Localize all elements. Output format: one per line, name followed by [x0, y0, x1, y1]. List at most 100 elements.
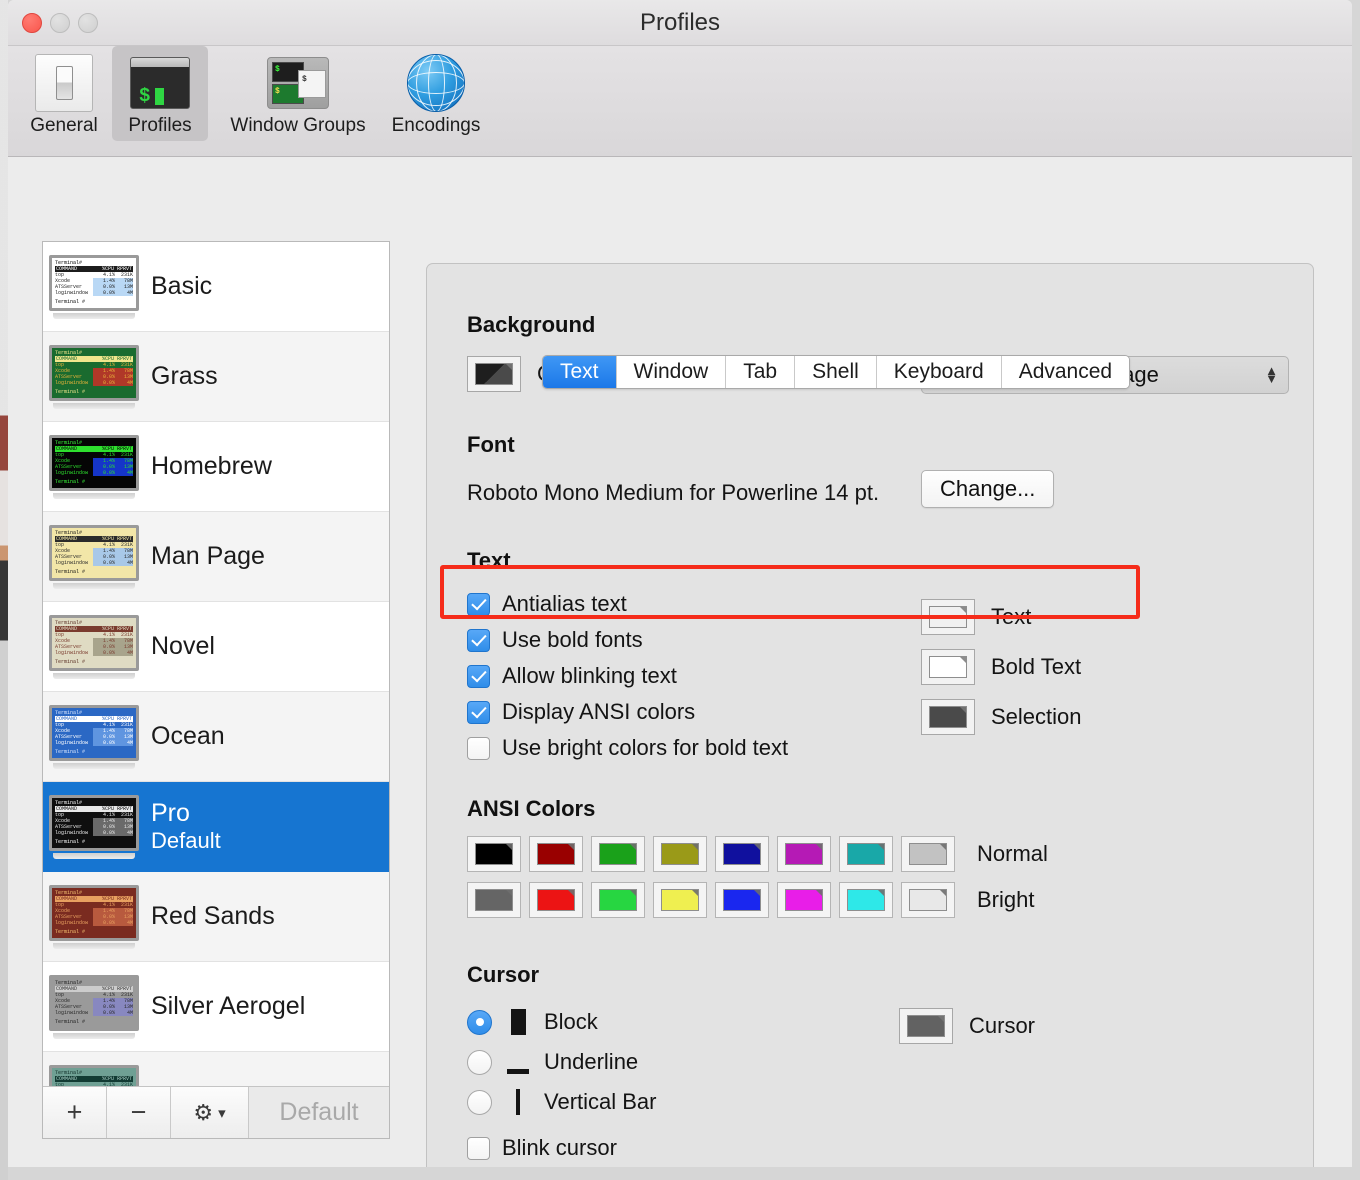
cursor-option-row[interactable]: Underline [467, 1042, 657, 1082]
checkbox-label: Use bright colors for bold text [502, 735, 788, 761]
blink-cursor-row[interactable]: Blink cursor [467, 1130, 617, 1166]
tab-text[interactable]: Text [543, 356, 617, 388]
checkbox-row[interactable]: Antialias text [467, 586, 788, 622]
profile-thumbnail: Terminal#COMMAND%CPURPRVTtop4.1%231KXcod… [49, 615, 139, 679]
vertical-bar-cursor-icon [504, 1087, 532, 1117]
ansi-swatch-normal-4[interactable] [715, 836, 769, 872]
profile-row[interactable]: Terminal#COMMAND%CPURPRVTtop4.1%231KXcod… [43, 332, 389, 422]
set-default-button[interactable]: Default [249, 1087, 389, 1138]
chevron-down-icon: ▾ [218, 1104, 226, 1122]
profile-row[interactable]: Terminal#COMMAND%CPURPRVTtop4.1%231KXcod… [43, 872, 389, 962]
page-title: Profiles [8, 9, 1352, 37]
checkbox-use-bold-fonts[interactable] [467, 629, 490, 652]
checkbox-row[interactable]: Display ANSI colors [467, 694, 788, 730]
checkbox-antialias-text[interactable] [467, 593, 490, 616]
profile-name: Silver Aerogel [151, 992, 305, 1021]
profile-row[interactable]: Terminal#COMMAND%CPURPRVTtop4.1%231KXcod… [43, 782, 389, 872]
tab-keyboard[interactable]: Keyboard [877, 356, 1002, 388]
profile-row[interactable]: Terminal#COMMAND%CPURPRVTtop4.1%231KXcod… [43, 602, 389, 692]
checkbox-row[interactable]: Allow blinking text [467, 658, 788, 694]
ansi-swatch-bright-6[interactable] [839, 882, 893, 918]
tab-tab[interactable]: Tab [726, 356, 795, 388]
profile-row[interactable]: Terminal#COMMAND%CPURPRVTtop4.1%231KXcod… [43, 512, 389, 602]
ansi-swatch-bright-3[interactable] [653, 882, 707, 918]
profile-row[interactable]: Terminal#COMMAND%CPURPRVTtop4.1%231KXcod… [43, 422, 389, 512]
blink-cursor-label: Blink cursor [502, 1135, 617, 1161]
ansi-swatch-bright-0[interactable] [467, 882, 521, 918]
ansi-swatch-normal-5[interactable] [777, 836, 831, 872]
cursor-color-label: Cursor [969, 1013, 1035, 1039]
underline-cursor-icon [504, 1047, 532, 1077]
change-font-button[interactable]: Change... [921, 470, 1054, 508]
profile-row[interactable]: Terminal#COMMAND%CPURPRVTtop4.1%231KXcod… [43, 962, 389, 1052]
ansi-section-title: ANSI Colors [467, 796, 595, 822]
tab-shell[interactable]: Shell [795, 356, 877, 388]
radio-block[interactable] [467, 1010, 492, 1035]
ansi-swatch-normal-6[interactable] [839, 836, 893, 872]
checkbox-label: Display ANSI colors [502, 699, 695, 725]
profile-row[interactable]: Terminal#COMMAND%CPURPRVTtop4.1%231KXcod… [43, 1052, 389, 1086]
background-section-title: Background [467, 312, 595, 338]
cursor-color-well[interactable] [899, 1008, 953, 1044]
font-section-title: Font [467, 432, 515, 458]
add-profile-button[interactable]: + [43, 1087, 107, 1138]
profile-row[interactable]: Terminal#COMMAND%CPURPRVTtop4.1%231KXcod… [43, 242, 389, 332]
toolbar-item-general[interactable]: General [16, 46, 112, 141]
ansi-swatch-normal-7[interactable] [901, 836, 955, 872]
checkbox-use-bright-colors-for-bold-text[interactable] [467, 737, 490, 760]
ansi-swatch-bright-7[interactable] [901, 882, 955, 918]
ansi-swatch-normal-0[interactable] [467, 836, 521, 872]
settings-tabs[interactable]: TextWindowTabShellKeyboardAdvanced [542, 355, 1130, 389]
window-edge-artifact [0, 0, 8, 1180]
profile-thumbnail: Terminal#COMMAND%CPURPRVTtop4.1%231KXcod… [49, 525, 139, 589]
toolbar-label-general: General [18, 115, 110, 137]
toolbar-item-window-groups[interactable]: $ $ $ Window Groups [208, 46, 388, 141]
profiles-list[interactable]: Terminal#COMMAND%CPURPRVTtop4.1%231KXcod… [43, 242, 389, 1086]
ansi-swatch-normal-1[interactable] [529, 836, 583, 872]
cursor-option-row[interactable]: Vertical Bar [467, 1082, 657, 1122]
cursor-option-label: Vertical Bar [544, 1089, 657, 1115]
preferences-content: Terminal#COMMAND%CPURPRVTtop4.1%231KXcod… [8, 157, 1352, 1167]
toolbar-item-encodings[interactable]: Encodings [388, 46, 484, 141]
toolbar-label-encodings: Encodings [390, 115, 482, 137]
radio-underline[interactable] [467, 1050, 492, 1075]
checkbox-row[interactable]: Use bright colors for bold text [467, 730, 788, 766]
cursor-option-row[interactable]: Block [467, 1002, 657, 1042]
profiles-sidebar: Terminal#COMMAND%CPURPRVTtop4.1%231KXcod… [42, 241, 390, 1139]
color-well-text[interactable] [921, 599, 975, 635]
blink-cursor-checkbox[interactable] [467, 1137, 490, 1160]
ansi-bright-label: Bright [977, 887, 1034, 913]
profile-thumbnail: Terminal#COMMAND%CPURPRVTtop4.1%231KXcod… [49, 255, 139, 319]
color-well-bold-text[interactable] [921, 649, 975, 685]
profile-actions-button[interactable]: ⚙ ▾ [171, 1087, 249, 1138]
profile-thumbnail: Terminal#COMMAND%CPURPRVTtop4.1%231KXcod… [49, 885, 139, 949]
checkbox-display-ansi-colors[interactable] [467, 701, 490, 724]
tab-window[interactable]: Window [617, 356, 727, 388]
ansi-swatch-bright-5[interactable] [777, 882, 831, 918]
checkbox-row[interactable]: Use bold fonts [467, 622, 788, 658]
ansi-swatch-bright-1[interactable] [529, 882, 583, 918]
ansi-swatch-normal-3[interactable] [653, 836, 707, 872]
toolbar-label-profiles: Profiles [114, 115, 206, 137]
ansi-swatch-bright-2[interactable] [591, 882, 645, 918]
profile-thumbnail: Terminal#COMMAND%CPURPRVTtop4.1%231KXcod… [49, 975, 139, 1039]
ansi-swatch-bright-4[interactable] [715, 882, 769, 918]
chevron-updown-icon: ▲▼ [1265, 367, 1278, 383]
cursor-section-title: Cursor [467, 962, 539, 988]
checkbox-allow-blinking-text[interactable] [467, 665, 490, 688]
ansi-normal-row: Normal [467, 836, 1048, 872]
block-cursor-icon [504, 1007, 532, 1037]
toolbar-item-profiles[interactable]: $ Profiles [112, 46, 208, 141]
remove-profile-button[interactable]: − [107, 1087, 171, 1138]
color-well-selection[interactable] [921, 699, 975, 735]
preferences-window: Profiles General $ Profiles [8, 0, 1352, 1167]
tab-advanced[interactable]: Advanced [1002, 356, 1129, 388]
ansi-bright-row: Bright [467, 882, 1048, 918]
globe-icon [390, 52, 482, 114]
checkbox-label: Allow blinking text [502, 663, 677, 689]
profile-row[interactable]: Terminal#COMMAND%CPURPRVTtop4.1%231KXcod… [43, 692, 389, 782]
color-effects-well[interactable] [467, 356, 521, 392]
ansi-swatch-normal-2[interactable] [591, 836, 645, 872]
cursor-option-group: BlockUnderline Vertical Bar [467, 1002, 657, 1122]
radio-vertical-bar[interactable] [467, 1090, 492, 1115]
